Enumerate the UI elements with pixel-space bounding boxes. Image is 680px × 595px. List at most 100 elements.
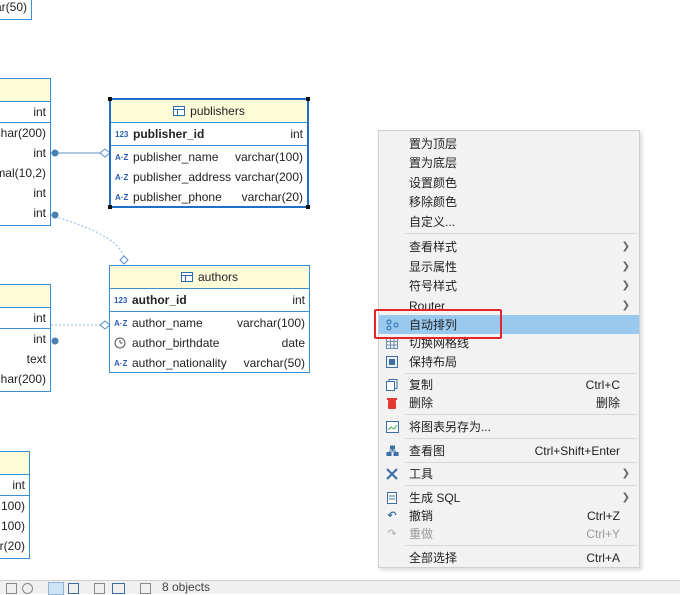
submenu-arrow-icon: ❯	[621, 280, 630, 291]
menu-separator	[405, 545, 637, 546]
column-type: int	[292, 293, 305, 307]
menu-separator	[405, 233, 637, 234]
publishers-table[interactable]: publishers 123 publisher_id int A·Z publis…	[108, 97, 310, 209]
menu-item-view-diagram[interactable]: 查看图 Ctrl+Shift+Enter	[379, 441, 639, 460]
column-type: date	[281, 336, 305, 350]
partial-table-left-3[interactable]: int 100) 100) r(20)	[0, 451, 30, 559]
column-type: int	[33, 146, 46, 160]
menu-label: 查看样式	[409, 240, 458, 254]
menu-item-tools[interactable]: 工具 ❯	[379, 464, 639, 483]
table-header[interactable]: publishers	[111, 100, 307, 123]
diagram-icon	[385, 444, 399, 458]
notation-icon[interactable]	[68, 583, 79, 594]
menu-label: 全部选择	[409, 551, 458, 565]
menu-item-redo[interactable]: ↷ 重做 Ctrl+Y	[379, 524, 639, 543]
layout-icon[interactable]	[22, 583, 33, 594]
column-name: publisher_name	[133, 150, 219, 164]
column-name: publisher_id	[133, 127, 205, 141]
column-row[interactable]: A·Z author_name varchar(100)	[110, 313, 309, 333]
menu-separator	[405, 373, 637, 374]
submenu-arrow-icon: ❯	[621, 261, 630, 272]
menu-item-notation-style[interactable]: 符号样式 ❯	[379, 276, 639, 295]
menu-item-copy[interactable]: 复制 Ctrl+C	[379, 375, 639, 394]
column-type: int	[33, 311, 46, 325]
bottom-toolbar: 8 objects	[0, 580, 680, 595]
settings-icon[interactable]	[140, 583, 151, 594]
menu-shortcut: Ctrl+Z	[587, 508, 620, 523]
submenu-arrow-icon: ❯	[621, 492, 630, 503]
column-type: varchar(100)	[236, 316, 305, 330]
primary-key-row[interactable]: 123 author_id int	[110, 289, 309, 312]
menu-separator	[405, 462, 637, 463]
table-title: publishers	[190, 104, 245, 118]
partial-table-left-2[interactable]: int int text char(200)	[0, 284, 51, 392]
menu-label: 查看图	[409, 444, 446, 458]
menu-item-display-properties[interactable]: 显示属性 ❯	[379, 257, 639, 276]
menu-separator	[405, 414, 637, 415]
tools-icon	[385, 467, 399, 481]
menu-label: 符号样式	[409, 279, 458, 293]
column-row[interactable]: A·Z author_nationality varchar(50)	[110, 353, 309, 373]
table-icon	[180, 272, 193, 282]
column-type: int	[290, 127, 303, 141]
resize-handle[interactable]	[306, 205, 310, 209]
table-title: authors	[197, 270, 239, 284]
column-type: 100)	[0, 495, 29, 516]
resize-handle[interactable]	[108, 97, 112, 101]
keep-layout-icon	[385, 355, 399, 369]
print-icon[interactable]	[94, 583, 105, 594]
menu-item-customize[interactable]: 自定义...	[379, 212, 639, 231]
table-header[interactable]: authors	[110, 266, 309, 289]
column-type: 100)	[0, 519, 25, 533]
export-icon[interactable]	[112, 583, 125, 594]
menu-item-view-style[interactable]: 查看样式 ❯	[379, 237, 639, 256]
menu-shortcut: Ctrl+C	[585, 377, 620, 392]
column-type: text	[26, 352, 46, 366]
menu-item-keep-layout[interactable]: 保持布局	[379, 352, 639, 371]
column-name: publisher_phone	[133, 190, 222, 204]
menu-item-bring-to-front[interactable]: 置为顶层	[379, 134, 639, 153]
menu-item-save-diagram-as[interactable]: 将图表另存为...	[379, 417, 639, 436]
grid-toggle-icon[interactable]	[48, 582, 64, 595]
menu-item-generate-sql[interactable]: 生成 SQL ❯	[379, 488, 639, 507]
authors-table[interactable]: authors 123 author_id int A·Z author_name …	[109, 265, 310, 373]
column-type: int	[33, 186, 46, 200]
menu-separator	[405, 438, 637, 439]
menu-label: 显示属性	[409, 260, 458, 274]
partial-table-left-1[interactable]: int char(200) int mal(10,2) int int	[0, 78, 51, 226]
table-header	[0, 452, 29, 475]
redo-icon: ↷	[387, 528, 397, 540]
zoom-icon[interactable]	[6, 583, 17, 594]
undo-icon: ↶	[387, 510, 397, 522]
partial-table-top[interactable]: char(50)	[0, 0, 32, 20]
text-type-icon: A·Z	[115, 152, 129, 162]
submenu-arrow-icon: ❯	[621, 241, 630, 252]
menu-item-send-to-back[interactable]: 置为底层	[379, 153, 639, 172]
menu-item-set-color[interactable]: 设置颜色	[379, 173, 639, 192]
annotation-highlight-box	[374, 309, 502, 339]
column-name: publisher_address	[133, 170, 232, 184]
table-header	[0, 79, 50, 102]
menu-shortcut: Ctrl+A	[586, 550, 620, 565]
column-type: varchar(200)	[234, 170, 303, 184]
column-row[interactable]: author_birthdate date	[110, 333, 309, 353]
column-type: char(50)	[0, 0, 27, 14]
menu-item-select-all[interactable]: 全部选择 Ctrl+A	[379, 548, 639, 567]
menu-item-remove-color[interactable]: 移除颜色	[379, 192, 639, 211]
resize-handle[interactable]	[306, 97, 310, 101]
column-type: int	[0, 328, 50, 349]
context-menu: 置为顶层 置为底层 设置颜色 移除颜色 自定义... 查看样式 ❯ 显示属性 ❯ 符…	[378, 130, 640, 568]
menu-shortcut: Ctrl+Shift+Enter	[534, 443, 620, 458]
menu-item-delete[interactable]: 删除 删除	[379, 393, 639, 412]
primary-key-row[interactable]: 123 publisher_id int	[111, 123, 307, 146]
column-row[interactable]: A·Z publisher_address varchar(200)	[111, 167, 307, 187]
resize-handle[interactable]	[108, 205, 112, 209]
trash-icon	[385, 396, 399, 410]
column-name: author_nationality	[132, 356, 227, 370]
numeric-type-icon: 123	[114, 295, 128, 305]
column-row[interactable]: A·Z publisher_name varchar(100)	[111, 147, 307, 167]
submenu-arrow-icon: ❯	[621, 468, 630, 479]
column-row[interactable]: A·Z publisher_phone varchar(20)	[111, 187, 307, 207]
menu-item-undo[interactable]: ↶ 撤销 Ctrl+Z	[379, 506, 639, 525]
menu-label: 重做	[409, 527, 434, 541]
